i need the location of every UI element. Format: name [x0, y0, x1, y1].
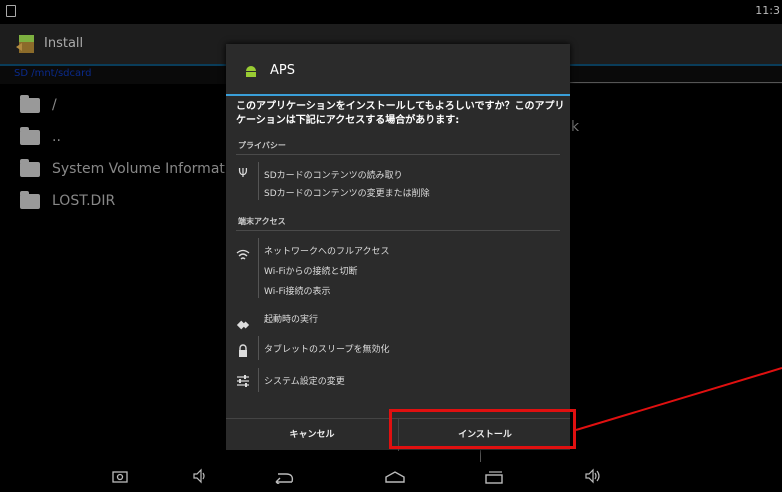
startup-icon	[236, 320, 250, 330]
cancel-button[interactable]: キャンセル	[226, 419, 398, 451]
permission-item: システム設定の変更	[264, 377, 345, 387]
permission-item: SDカードのコンテンツの読み取り	[264, 171, 403, 181]
lock-icon	[239, 344, 247, 357]
divider	[236, 154, 560, 155]
dialog-title: APS	[270, 63, 295, 78]
divider	[258, 162, 259, 200]
divider	[258, 368, 259, 392]
usb-icon: Ψ	[238, 166, 248, 180]
install-dialog: APS このアプリケーションをインストールしてもよろしいですか？このアプリケーシ…	[226, 44, 570, 451]
camera-icon[interactable]	[112, 470, 128, 483]
navigation-bar	[0, 462, 782, 492]
divider	[258, 238, 259, 298]
permission-item: タブレットのスリープを無効化	[264, 345, 390, 355]
permission-item: 起動時の実行	[264, 315, 319, 325]
android-icon	[246, 66, 256, 77]
divider	[258, 336, 259, 360]
settings-sliders-icon	[237, 375, 249, 387]
permission-item: ネットワークへのフルアクセス	[264, 247, 390, 257]
permission-item: SDカードのコンテンツの変更または削除	[264, 189, 430, 199]
back-icon[interactable]	[272, 472, 294, 484]
home-icon[interactable]	[384, 471, 406, 483]
dialog-message: このアプリケーションをインストールしてもよろしいですか？このアプリケーションは下…	[236, 101, 565, 126]
volume-up-icon[interactable]	[584, 468, 604, 484]
recent-apps-icon[interactable]	[484, 470, 504, 484]
device-access-section-header: 端末アクセス	[238, 217, 286, 226]
volume-down-icon[interactable]	[192, 468, 208, 484]
wifi-icon	[236, 249, 250, 260]
permission-item: Wi-Fiからの接続と切断	[264, 267, 358, 277]
dialog-header: APS	[226, 44, 570, 96]
permission-item: Wi-Fi接続の表示	[264, 287, 331, 297]
privacy-section-header: プライバシー	[238, 141, 286, 150]
divider	[236, 230, 560, 231]
install-button-highlight	[389, 409, 576, 449]
